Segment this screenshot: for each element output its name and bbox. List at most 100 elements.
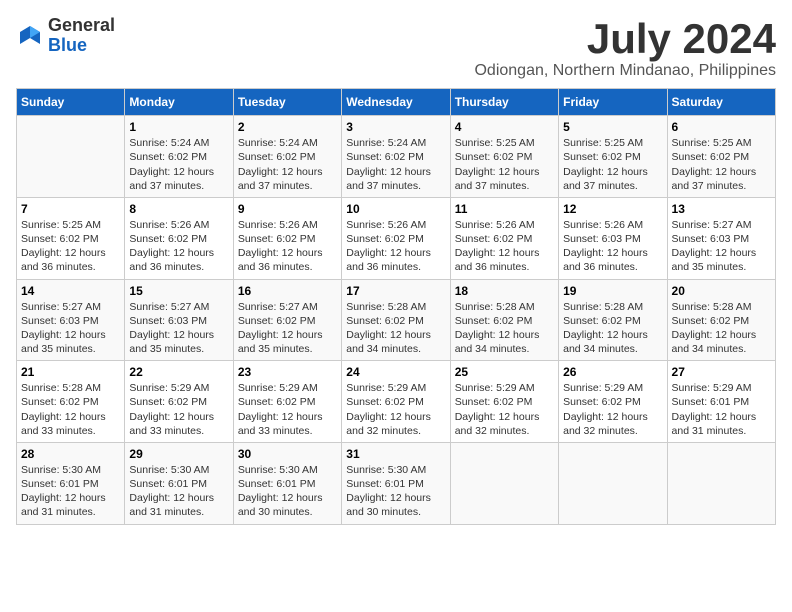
calendar-cell [559,442,667,524]
cell-content: Sunrise: 5:25 AM Sunset: 6:02 PM Dayligh… [672,136,771,193]
calendar-cell: 16Sunrise: 5:27 AM Sunset: 6:02 PM Dayli… [233,279,341,361]
header-cell-sunday: Sunday [17,89,125,116]
header-row: SundayMondayTuesdayWednesdayThursdayFrid… [17,89,776,116]
cell-content: Sunrise: 5:29 AM Sunset: 6:01 PM Dayligh… [672,381,771,438]
day-number: 20 [672,284,771,298]
day-number: 27 [672,365,771,379]
calendar-cell: 28 Sunrise: 5:30 AM Sunset: 6:01 PM Dayli… [17,442,125,524]
header-cell-tuesday: Tuesday [233,89,341,116]
day-number: 8 [129,202,228,216]
calendar-cell: 6 Sunrise: 5:25 AM Sunset: 6:02 PM Daylig… [667,116,775,198]
title-area: July 2024 Odiongan, Northern Mindanao, P… [474,16,776,80]
cell-content: Sunrise: 5:29 AM Sunset: 6:02 PM Dayligh… [346,381,445,438]
cell-content: Sunrise: 5:25 AM Sunset: 6:02 PM Dayligh… [21,218,120,275]
week-row: 14 Sunrise: 5:27 AM Sunset: 6:03 PM Dayli… [17,279,776,361]
day-number: 17 [346,284,445,298]
logo-icon [16,22,44,50]
calendar-cell: 14 Sunrise: 5:27 AM Sunset: 6:03 PM Dayli… [17,279,125,361]
day-number: 21 [21,365,120,379]
day-number: 12 [563,202,662,216]
calendar-cell: 22 Sunrise: 5:29 AM Sunset: 6:02 PM Dayli… [125,361,233,443]
day-number: 31 [346,447,445,461]
subtitle: Odiongan, Northern Mindanao, Philippines [474,62,776,80]
day-number: 14 [21,284,120,298]
calendar-cell [450,442,558,524]
calendar-cell: 9Sunrise: 5:26 AM Sunset: 6:02 PM Daylig… [233,197,341,279]
day-number: 19 [563,284,662,298]
cell-content: Sunrise: 5:30 AM Sunset: 6:01 PM Dayligh… [21,463,120,520]
cell-content: Sunrise: 5:28 AM Sunset: 6:02 PM Dayligh… [346,300,445,357]
day-number: 11 [455,202,554,216]
header-cell-wednesday: Wednesday [342,89,450,116]
cell-content: Sunrise: 5:27 AM Sunset: 6:03 PM Dayligh… [672,218,771,275]
calendar-cell: 19 Sunrise: 5:28 AM Sunset: 6:02 PM Dayli… [559,279,667,361]
day-number: 3 [346,120,445,134]
cell-content: Sunrise: 5:30 AM Sunset: 6:01 PM Dayligh… [346,463,445,520]
cell-content: Sunrise: 5:30 AM Sunset: 6:01 PM Dayligh… [238,463,337,520]
calendar-cell: 15Sunrise: 5:27 AM Sunset: 6:03 PM Dayli… [125,279,233,361]
calendar-cell: 5Sunrise: 5:25 AM Sunset: 6:02 PM Daylig… [559,116,667,198]
day-number: 28 [21,447,120,461]
calendar-cell: 12 Sunrise: 5:26 AM Sunset: 6:03 PM Dayli… [559,197,667,279]
day-number: 2 [238,120,337,134]
day-number: 18 [455,284,554,298]
header-cell-thursday: Thursday [450,89,558,116]
logo: General Blue [16,16,115,56]
day-number: 22 [129,365,228,379]
cell-content: Sunrise: 5:26 AM Sunset: 6:03 PM Dayligh… [563,218,662,275]
cell-content: Sunrise: 5:28 AM Sunset: 6:02 PM Dayligh… [21,381,120,438]
cell-content: Sunrise: 5:26 AM Sunset: 6:02 PM Dayligh… [346,218,445,275]
header-cell-saturday: Saturday [667,89,775,116]
calendar-cell: 23Sunrise: 5:29 AM Sunset: 6:02 PM Dayli… [233,361,341,443]
calendar-cell: 8 Sunrise: 5:26 AM Sunset: 6:02 PM Daylig… [125,197,233,279]
calendar-cell: 25 Sunrise: 5:29 AM Sunset: 6:02 PM Dayli… [450,361,558,443]
calendar-cell: 18Sunrise: 5:28 AM Sunset: 6:02 PM Dayli… [450,279,558,361]
day-number: 25 [455,365,554,379]
calendar-cell: 24 Sunrise: 5:29 AM Sunset: 6:02 PM Dayli… [342,361,450,443]
cell-content: Sunrise: 5:29 AM Sunset: 6:02 PM Dayligh… [563,381,662,438]
logo-text: General Blue [48,16,115,56]
cell-content: Sunrise: 5:28 AM Sunset: 6:02 PM Dayligh… [563,300,662,357]
main-title: July 2024 [474,16,776,62]
calendar-cell [17,116,125,198]
calendar-cell: 13 Sunrise: 5:27 AM Sunset: 6:03 PM Dayli… [667,197,775,279]
cell-content: Sunrise: 5:30 AM Sunset: 6:01 PM Dayligh… [129,463,228,520]
day-number: 10 [346,202,445,216]
day-number: 6 [672,120,771,134]
calendar-body: 1 Sunrise: 5:24 AM Sunset: 6:02 PM Daylig… [17,116,776,524]
cell-content: Sunrise: 5:24 AM Sunset: 6:02 PM Dayligh… [238,136,337,193]
day-number: 15 [129,284,228,298]
week-row: 1 Sunrise: 5:24 AM Sunset: 6:02 PM Daylig… [17,116,776,198]
calendar-cell: 21 Sunrise: 5:28 AM Sunset: 6:02 PM Dayli… [17,361,125,443]
day-number: 29 [129,447,228,461]
day-number: 4 [455,120,554,134]
cell-content: Sunrise: 5:24 AM Sunset: 6:02 PM Dayligh… [346,136,445,193]
calendar-cell: 4 Sunrise: 5:25 AM Sunset: 6:02 PM Daylig… [450,116,558,198]
day-number: 9 [238,202,337,216]
day-number: 13 [672,202,771,216]
calendar-cell: 17 Sunrise: 5:28 AM Sunset: 6:02 PM Dayli… [342,279,450,361]
calendar-cell: 29 Sunrise: 5:30 AM Sunset: 6:01 PM Dayli… [125,442,233,524]
cell-content: Sunrise: 5:28 AM Sunset: 6:02 PM Dayligh… [672,300,771,357]
calendar-cell: 3 Sunrise: 5:24 AM Sunset: 6:02 PM Daylig… [342,116,450,198]
header: General Blue July 2024 Odiongan, Norther… [16,16,776,80]
cell-content: Sunrise: 5:26 AM Sunset: 6:02 PM Dayligh… [129,218,228,275]
calendar-cell: 31 Sunrise: 5:30 AM Sunset: 6:01 PM Dayli… [342,442,450,524]
day-number: 24 [346,365,445,379]
calendar-cell: 2 Sunrise: 5:24 AM Sunset: 6:02 PM Daylig… [233,116,341,198]
cell-content: Sunrise: 5:29 AM Sunset: 6:02 PM Dayligh… [129,381,228,438]
week-row: 28 Sunrise: 5:30 AM Sunset: 6:01 PM Dayli… [17,442,776,524]
cell-content: Sunrise: 5:26 AM Sunset: 6:02 PM Dayligh… [455,218,554,275]
day-number: 1 [129,120,228,134]
calendar-cell: 30Sunrise: 5:30 AM Sunset: 6:01 PM Dayli… [233,442,341,524]
calendar-cell [667,442,775,524]
cell-content: Sunrise: 5:27 AM Sunset: 6:03 PM Dayligh… [21,300,120,357]
header-cell-monday: Monday [125,89,233,116]
cell-content: Sunrise: 5:25 AM Sunset: 6:02 PM Dayligh… [563,136,662,193]
header-cell-friday: Friday [559,89,667,116]
cell-content: Sunrise: 5:29 AM Sunset: 6:02 PM Dayligh… [455,381,554,438]
cell-content: Sunrise: 5:27 AM Sunset: 6:02 PM Dayligh… [238,300,337,357]
cell-content: Sunrise: 5:25 AM Sunset: 6:02 PM Dayligh… [455,136,554,193]
calendar-cell: 1Sunrise: 5:24 AM Sunset: 6:02 PM Daylig… [125,116,233,198]
calendar-cell: 26Sunrise: 5:29 AM Sunset: 6:02 PM Dayli… [559,361,667,443]
